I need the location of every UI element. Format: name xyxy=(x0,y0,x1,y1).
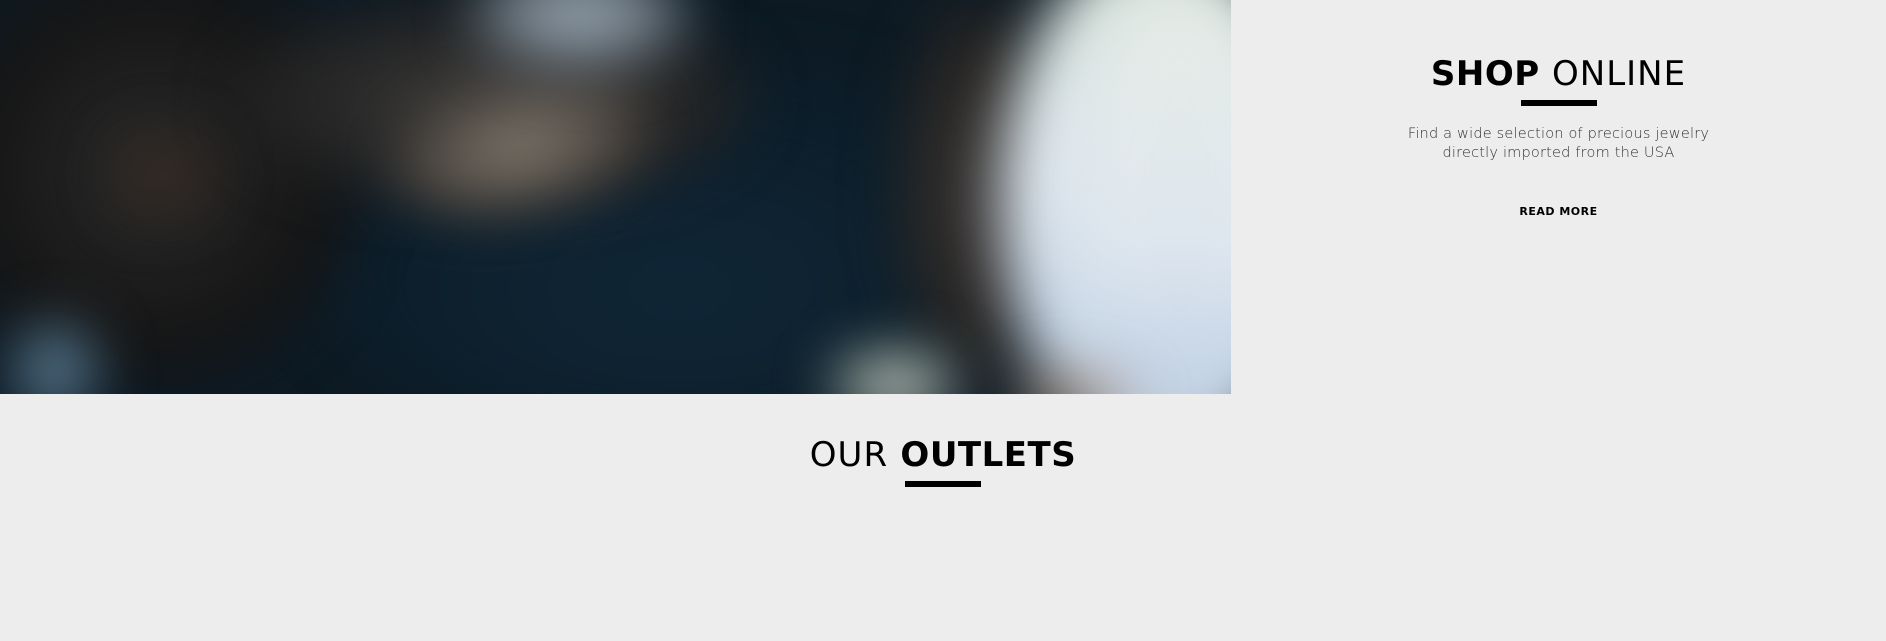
outlets-heading: OUR OUTLETS xyxy=(0,435,1886,475)
page: SHOP ONLINE Find a wide selection of pre… xyxy=(0,0,1886,641)
outlets-heading-light: OUR xyxy=(809,435,889,475)
read-more-label[interactable]: READ MORE xyxy=(1519,205,1597,218)
shop-online-section: SHOP ONLINE Find a wide selection of pre… xyxy=(1231,0,1886,394)
outlets-heading-underline xyxy=(905,481,981,487)
shop-description-line-2: directly imported from the USA xyxy=(1442,145,1675,161)
shop-heading-light: ONLINE xyxy=(1552,54,1687,94)
our-outlets-section: OUR OUTLETS xyxy=(0,435,1886,487)
shop-description-line-1: Find a wide selection of precious jewelr… xyxy=(1407,126,1710,142)
shop-heading-underline xyxy=(1520,100,1597,106)
shop-online-heading: SHOP ONLINE xyxy=(1231,54,1886,106)
shop-online-description: Find a wide selection of precious jewelr… xyxy=(1231,125,1886,163)
shop-heading-bold: SHOP xyxy=(1430,54,1540,94)
outlets-heading-bold: OUTLETS xyxy=(900,435,1077,475)
hero-jewelry-image xyxy=(0,0,1231,394)
read-more-link[interactable]: READ MORE xyxy=(1231,205,1886,218)
